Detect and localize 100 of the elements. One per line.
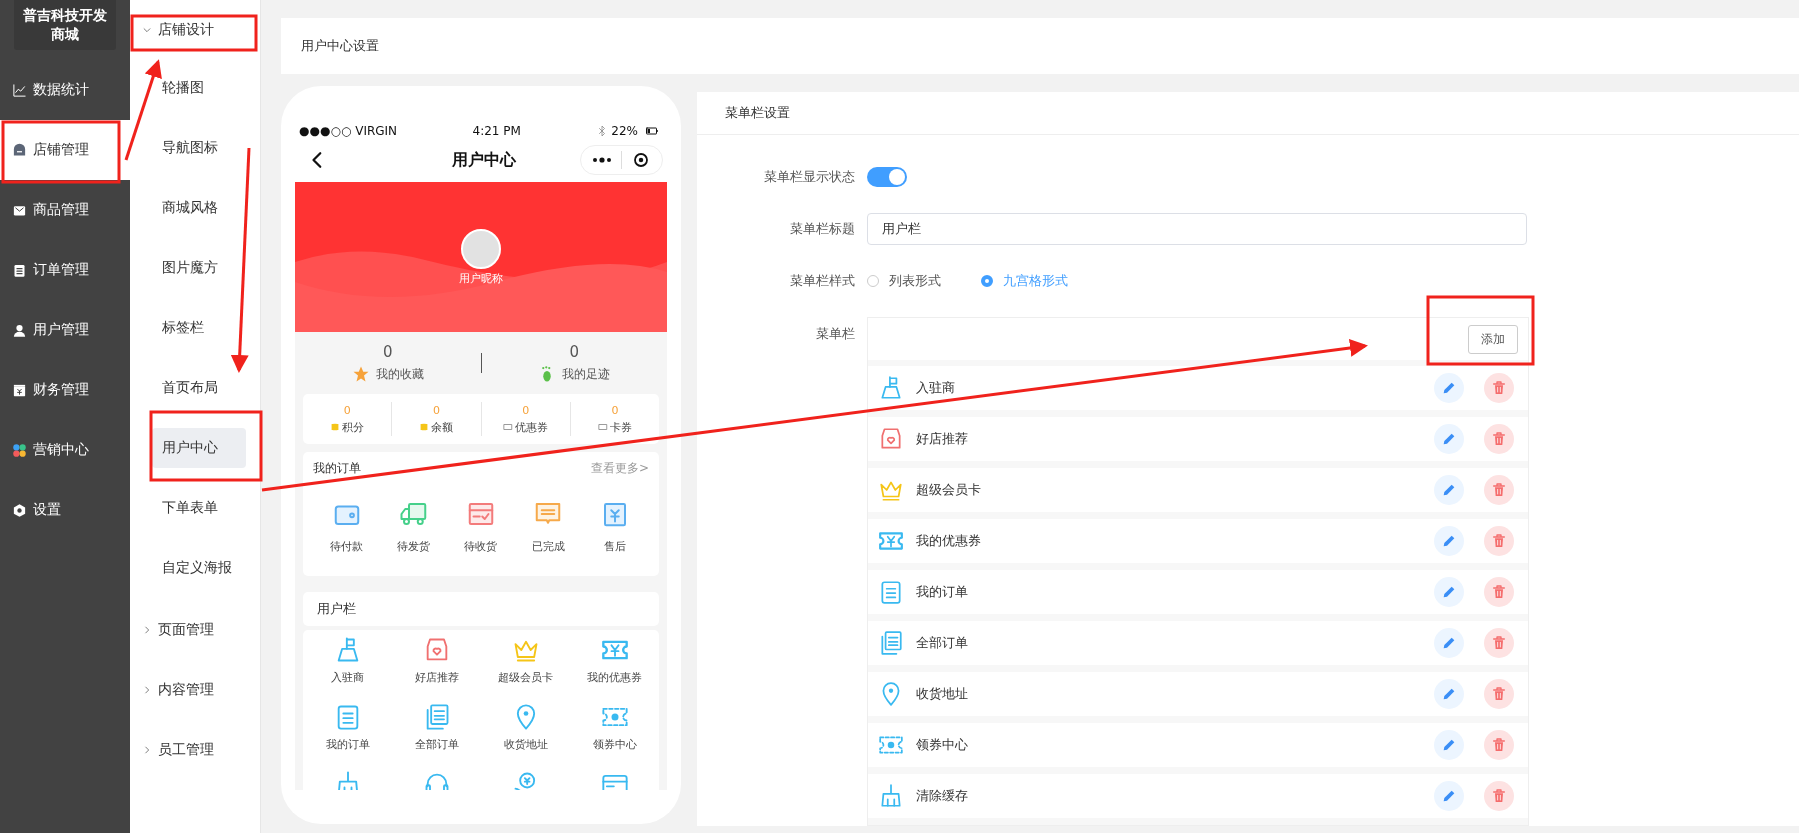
chevron-down-icon: [142, 25, 152, 35]
sidebar-item[interactable]: 订单管理: [0, 240, 130, 300]
menu-item-label: 清除缓存: [916, 787, 969, 805]
sidebar-item[interactable]: 数据统计: [0, 60, 130, 120]
title-input[interactable]: 用户栏: [867, 213, 1527, 245]
menu-item-label: 全部订单: [916, 634, 969, 652]
nickname: 用户昵称: [459, 270, 503, 286]
sidebar-item[interactable]: 设置: [0, 480, 130, 540]
order-label[interactable]: 售后: [604, 539, 627, 554]
stat-label: 我的收藏: [375, 365, 424, 383]
submenu-item[interactable]: 轮播图: [152, 68, 246, 108]
order-label[interactable]: 已完成: [531, 539, 565, 554]
trash-icon: [1491, 686, 1507, 702]
submenu-item[interactable]: 导航图标: [152, 128, 246, 168]
menu-item-label: 好店推荐: [916, 430, 969, 448]
menu-label[interactable]: 收货地址: [503, 737, 548, 752]
asset-label: 卡券: [609, 419, 632, 435]
submenu-item[interactable]: 自定义海报: [152, 548, 246, 588]
pencil-icon: [1441, 737, 1457, 753]
brand-logo: 普吉科技开发商城: [14, 0, 116, 50]
field-label: 菜单栏标题: [789, 220, 855, 238]
pencil-icon: [1441, 686, 1457, 702]
stat-label: 我的足迹: [562, 365, 611, 383]
submenu-item[interactable]: 用户中心: [152, 428, 246, 468]
asset-label: 优惠券: [515, 419, 549, 435]
submenu-item[interactable]: 下单表单: [152, 488, 246, 528]
sidebar-item[interactable]: 商品管理: [0, 180, 130, 240]
delete-button[interactable]: [1484, 781, 1514, 811]
menu-group[interactable]: 页面管理: [130, 608, 260, 652]
delete-button[interactable]: [1484, 679, 1514, 709]
pencil-icon: [1441, 584, 1457, 600]
delete-button[interactable]: [1484, 526, 1514, 556]
submenu-item[interactable]: 首页布局: [152, 368, 246, 408]
menu-item-label: 收货地址: [916, 685, 969, 703]
delete-button[interactable]: [1484, 475, 1514, 505]
menu-label[interactable]: 入驻商: [331, 670, 364, 685]
delete-button[interactable]: [1484, 373, 1514, 403]
asset-label: 积分: [342, 419, 365, 435]
toggle-switch[interactable]: [867, 167, 907, 187]
menu-label[interactable]: 领券中心: [592, 737, 637, 752]
submenu-item[interactable]: 商城风格: [152, 188, 246, 228]
edit-button[interactable]: [1434, 577, 1464, 607]
sidebar-item[interactable]: 店铺管理: [0, 120, 130, 180]
ticket-icon: [597, 422, 608, 432]
edit-button[interactable]: [1434, 424, 1464, 454]
edit-button[interactable]: [1434, 475, 1464, 505]
clock-text: 4:21 PM: [472, 124, 521, 138]
menu-item-label: 领券中心: [916, 736, 969, 754]
edit-button[interactable]: [1434, 526, 1464, 556]
asset-value: 0: [522, 403, 530, 417]
radio-option[interactable]: 列表形式: [867, 272, 941, 290]
menu-group[interactable]: 内容管理: [130, 668, 260, 712]
delete-button[interactable]: [1484, 424, 1514, 454]
coins-icon: [330, 422, 341, 432]
list-icon: [878, 579, 904, 605]
clipboard-icon: [12, 262, 27, 278]
menu-group[interactable]: 店铺设计: [130, 8, 260, 52]
menu-group[interactable]: 员工管理: [130, 728, 260, 772]
delete-button[interactable]: [1484, 577, 1514, 607]
edit-button[interactable]: [1434, 730, 1464, 760]
panel-title: 菜单栏设置: [725, 104, 790, 122]
sidebar-item[interactable]: 用户管理: [0, 300, 130, 360]
sidebar-item[interactable]: 财务管理: [0, 360, 130, 420]
submenu-item[interactable]: 标签栏: [152, 308, 246, 348]
ticket-icon: [503, 422, 514, 432]
asset-value: 0: [432, 403, 440, 417]
edit-button[interactable]: [1434, 679, 1464, 709]
order-label[interactable]: 待发货: [397, 539, 431, 554]
delete-button[interactable]: [1484, 730, 1514, 760]
trash-icon: [1491, 635, 1507, 651]
documents-icon: [878, 630, 904, 656]
trash-icon: [1491, 431, 1507, 447]
user-icon: [12, 322, 27, 338]
trash-icon: [1491, 737, 1507, 753]
sidebar-item[interactable]: 营销中心: [0, 420, 130, 480]
menu-label[interactable]: 全部订单: [414, 737, 459, 752]
delete-button[interactable]: [1484, 628, 1514, 658]
add-button[interactable]: 添加: [1468, 324, 1518, 354]
trash-icon: [1491, 482, 1507, 498]
field-label: 菜单栏样式: [789, 272, 855, 290]
record-icon: [632, 151, 650, 169]
star-icon: [351, 365, 370, 383]
edit-button[interactable]: [1434, 628, 1464, 658]
edit-button[interactable]: [1434, 373, 1464, 403]
stat-value: 0: [569, 343, 579, 361]
menu-label[interactable]: 超级会员卡: [498, 670, 553, 685]
edit-button[interactable]: [1434, 781, 1464, 811]
menu-label[interactable]: 我的订单: [325, 737, 370, 752]
menu-item-label: 我的优惠券: [916, 532, 982, 550]
submenu-item[interactable]: 图片魔方: [152, 248, 246, 288]
order-label[interactable]: 待付款: [330, 539, 364, 554]
pencil-icon: [1441, 533, 1457, 549]
pencil-icon: [1441, 482, 1457, 498]
order-label[interactable]: 待收货: [464, 539, 498, 554]
asset-value: 0: [611, 403, 619, 417]
menu-label[interactable]: 我的优惠券: [587, 670, 642, 685]
chart-icon: [12, 82, 27, 98]
chevron-right-icon: [142, 745, 152, 755]
menu-label[interactable]: 好店推荐: [414, 670, 459, 685]
section-title: 我的订单: [313, 460, 361, 477]
